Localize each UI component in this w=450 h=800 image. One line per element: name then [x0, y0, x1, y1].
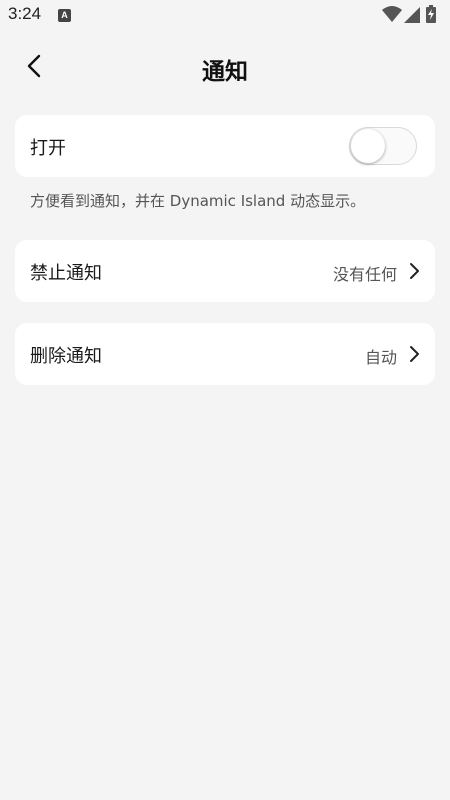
status-icons: [382, 5, 442, 25]
delete-notifications-row[interactable]: 删除通知 自动: [15, 323, 435, 385]
notification-app-icon: A: [58, 9, 71, 22]
open-label: 打开: [30, 138, 66, 159]
delete-notifications-value: 自动: [364, 348, 397, 367]
block-notifications-row[interactable]: 禁止通知 没有任何: [15, 240, 435, 302]
block-notifications-value: 没有任何: [332, 265, 397, 284]
toggle-knob: [351, 129, 385, 163]
wifi-icon: [382, 6, 402, 22]
chevron-right-icon: [410, 263, 419, 279]
hint-text: 方便看到通知，并在 Dynamic Island 动态显示。: [30, 192, 366, 210]
block-notifications-label: 禁止通知: [30, 263, 102, 284]
open-toggle[interactable]: [349, 127, 417, 165]
status-time: 3:24: [8, 4, 42, 23]
status-bar: 3:24 A: [0, 0, 450, 32]
delete-notifications-label: 删除通知: [30, 346, 102, 367]
open-toggle-row: 打开: [15, 115, 435, 177]
header: 通知: [0, 40, 450, 92]
page-title: 通知: [202, 59, 248, 85]
battery-charging-icon: [426, 5, 436, 23]
cellular-signal-icon: [404, 7, 420, 23]
chevron-right-icon: [410, 346, 419, 362]
